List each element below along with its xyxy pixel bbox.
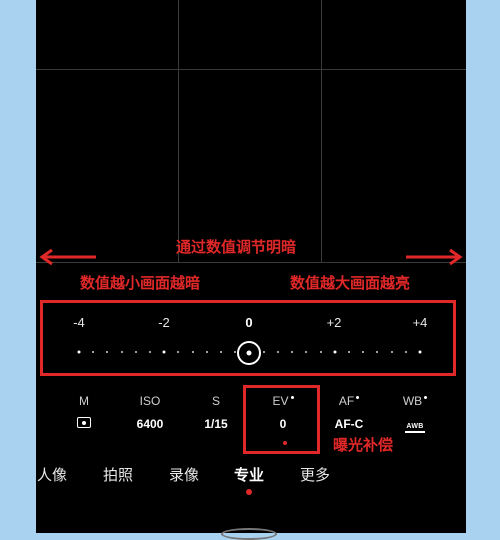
ev-scale-dot [418, 350, 422, 354]
ev-scale-dot [276, 351, 279, 353]
ev-scale-dot [120, 351, 123, 353]
mode-tab-video[interactable]: 录像 [169, 464, 199, 485]
annotation-ev: 曝光补偿 [333, 436, 394, 454]
param-shutter[interactable]: S 1/15 [186, 394, 246, 431]
annotation-right: 数值越大画面越亮 [290, 274, 411, 292]
grid-line [36, 69, 466, 70]
ev-scale-dot [205, 351, 208, 353]
param-label: ISO [139, 394, 161, 408]
indicator-dot-icon [356, 396, 360, 399]
ev-scale-dot [134, 351, 137, 353]
ev-scale-dot [220, 351, 223, 353]
ev-scale-dot [177, 351, 180, 353]
left-arrow-icon [39, 248, 96, 266]
metering-icon [77, 417, 91, 428]
ev-scale-dot [319, 351, 322, 353]
ev-scale-dot [333, 350, 337, 354]
param-wb[interactable]: WB AWB [385, 394, 445, 433]
param-value: AF-C [334, 417, 364, 431]
ev-highlight-box [243, 385, 320, 454]
grid-line [36, 262, 466, 263]
ev-scale-dot [149, 351, 152, 353]
ev-scale-dot [305, 351, 308, 353]
param-iso[interactable]: ISO 6400 [120, 394, 180, 431]
grid-line [178, 0, 179, 262]
param-label: WB [402, 394, 423, 408]
ev-tick-label: -2 [158, 315, 170, 330]
active-mode-dot [246, 489, 252, 495]
ev-selected-dot [283, 441, 287, 445]
mode-tab-portrait[interactable]: 人像 [37, 464, 67, 485]
param-label: M [79, 394, 89, 408]
ev-scale-dot [262, 351, 265, 353]
ev-scale-dot [92, 351, 95, 353]
annotation-left: 数值越小画面越暗 [80, 274, 201, 292]
mode-tab-pro[interactable]: 专业 [234, 464, 264, 485]
ev-scale-dot [376, 351, 379, 353]
indicator-dot-icon [424, 396, 428, 399]
ev-slider-knob[interactable] [237, 341, 261, 365]
right-arrow-icon [406, 248, 463, 266]
param-label: AF [338, 394, 355, 408]
ev-scale-dot [390, 351, 393, 353]
ev-scale-dot [191, 351, 194, 353]
shutter-button[interactable] [221, 528, 277, 540]
ev-scale-dot [162, 350, 166, 354]
ev-scale-dot [362, 351, 365, 353]
ev-scale-dot [77, 350, 81, 354]
ev-tick-label: 0 [245, 315, 253, 330]
ev-scale-dot [234, 351, 237, 353]
param-value: 6400 [136, 417, 164, 431]
mode-tab-more[interactable]: 更多 [300, 464, 330, 485]
param-af[interactable]: AF AF-C [319, 394, 379, 431]
ev-scale-dot [291, 351, 294, 353]
param-value: 1/15 [204, 417, 228, 431]
ev-tick-label: +4 [412, 315, 428, 330]
param-metering[interactable]: M [54, 394, 114, 431]
ev-tick-label: -4 [73, 315, 85, 330]
ev-scale-dot [404, 351, 407, 353]
ev-scale-dot [106, 351, 109, 353]
grid-line [321, 0, 322, 262]
ev-tick-label: +2 [326, 315, 342, 330]
annotation-title: 通过数值调节明暗 [176, 238, 297, 256]
ev-scale-dot [347, 351, 350, 353]
mode-tab-photo[interactable]: 拍照 [103, 464, 133, 485]
awb-icon: AWB [405, 423, 425, 433]
param-label: S [211, 394, 220, 408]
